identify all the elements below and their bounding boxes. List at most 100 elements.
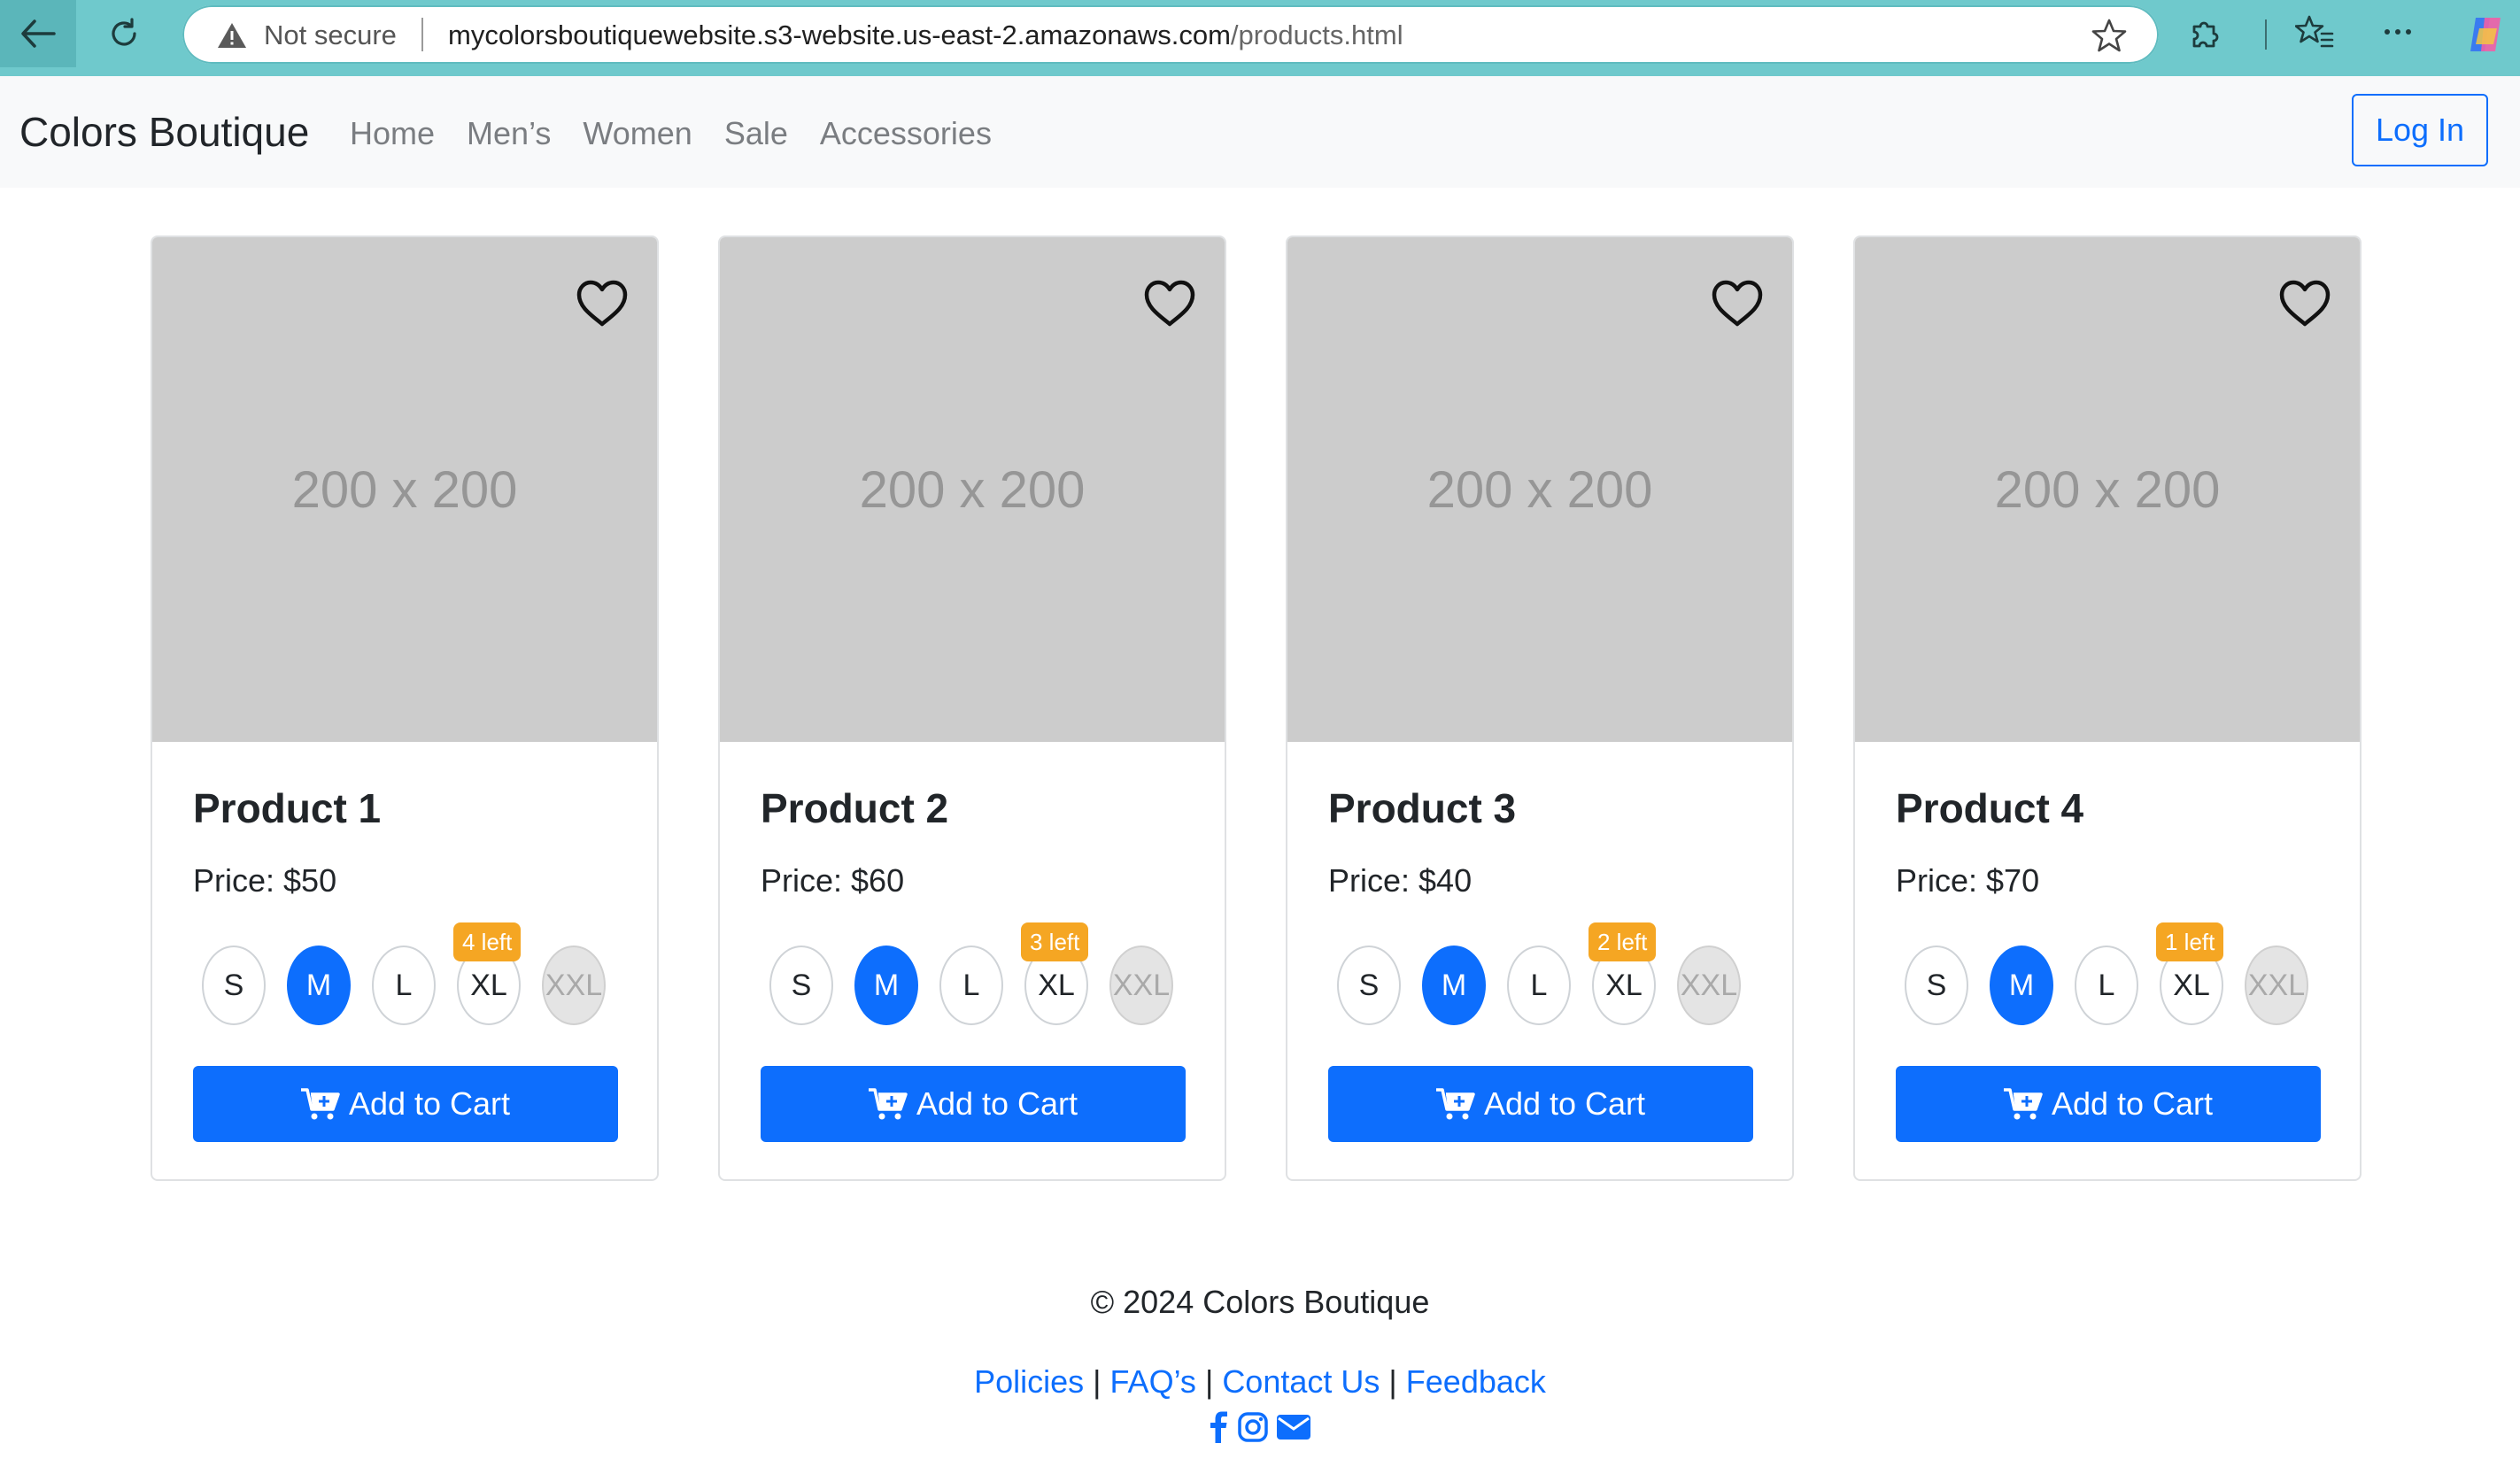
size-option-m[interactable]: M bbox=[1422, 946, 1486, 1025]
size-option-l[interactable]: L bbox=[1507, 946, 1571, 1025]
size-label: S bbox=[223, 968, 244, 1002]
add-to-cart-button[interactable]: Add to Cart bbox=[193, 1066, 618, 1142]
product-title: Product 4 bbox=[1896, 785, 2084, 831]
product-card: 200 x 200 Product 3 Price: $40 S M L XL 2 le… bbox=[1286, 235, 1794, 1181]
size-option-xxl: XXL bbox=[1109, 946, 1173, 1025]
product-card: 200 x 200 Product 4 Price: $70 S M L XL 1 le… bbox=[1853, 235, 2362, 1181]
brand-logo[interactable]: Colors Boutique bbox=[19, 108, 309, 156]
size-option-s[interactable]: S bbox=[1905, 946, 1968, 1025]
stock-badge: 2 left bbox=[1589, 922, 1657, 961]
heart-icon[interactable] bbox=[2278, 280, 2331, 328]
contact-us-link[interactable]: Contact Us bbox=[1222, 1363, 1380, 1400]
product-price: Price: $60 bbox=[761, 862, 905, 899]
heart-icon[interactable] bbox=[576, 280, 629, 328]
reload-icon bbox=[112, 18, 136, 46]
size-label: L bbox=[395, 968, 413, 1002]
size-option-s[interactable]: S bbox=[769, 946, 833, 1025]
size-label: XL bbox=[2173, 968, 2210, 1002]
nav-link-home[interactable]: Home bbox=[350, 115, 435, 152]
url-host: mycolorsboutiquewebsite.s3-website.us-ea… bbox=[448, 19, 1231, 50]
facebook-icon[interactable] bbox=[1209, 1411, 1230, 1443]
add-to-cart-button[interactable]: Add to Cart bbox=[761, 1066, 1186, 1142]
product-price: Price: $40 bbox=[1328, 862, 1473, 899]
back-button[interactable] bbox=[0, 0, 76, 67]
add-to-cart-label: Add to Cart bbox=[916, 1085, 1078, 1122]
add-to-cart-label: Add to Cart bbox=[348, 1085, 511, 1122]
warning-icon bbox=[218, 23, 246, 48]
reload-button[interactable] bbox=[87, 0, 161, 67]
policies-link[interactable]: Policies bbox=[974, 1363, 1084, 1400]
product-title: Product 3 bbox=[1328, 785, 1517, 831]
product-card: 200 x 200 Product 2 Price: $60 S M L XL 3 le… bbox=[718, 235, 1226, 1181]
size-label: M bbox=[1441, 968, 1467, 1002]
cart-plus-icon bbox=[2003, 1088, 2043, 1120]
favorites-icon[interactable] bbox=[2295, 14, 2334, 51]
link-separator: | bbox=[1093, 1363, 1102, 1400]
link-separator: | bbox=[1204, 1363, 1214, 1400]
nav-link-sale[interactable]: Sale bbox=[724, 115, 788, 152]
image-placeholder-text: 200 x 200 bbox=[859, 460, 1086, 519]
size-label: S bbox=[1358, 968, 1380, 1002]
add-to-cart-label: Add to Cart bbox=[1483, 1085, 1646, 1122]
size-label: XXL bbox=[545, 968, 603, 1002]
size-option-m[interactable]: M bbox=[854, 946, 918, 1025]
size-label: XL bbox=[470, 968, 507, 1002]
faqs-link[interactable]: FAQ’s bbox=[1110, 1363, 1196, 1400]
size-selector: S M L XL 2 left XXL bbox=[1337, 922, 1780, 1030]
cart-plus-icon bbox=[868, 1088, 908, 1120]
size-option-xl[interactable]: XL 3 left bbox=[1021, 922, 1089, 1025]
address-bar[interactable]: Not secure mycolorsboutiquewebsite.s3-we… bbox=[182, 5, 2159, 64]
size-label: XXL bbox=[1112, 968, 1171, 1002]
copilot-icon[interactable] bbox=[2463, 12, 2508, 57]
product-price: Price: $50 bbox=[193, 862, 337, 899]
image-placeholder-text: 200 x 200 bbox=[1994, 460, 2221, 519]
url-text[interactable]: mycolorsboutiquewebsite.s3-website.us-ea… bbox=[448, 19, 1403, 51]
size-label: L bbox=[2098, 968, 2115, 1002]
product-card: 200 x 200 Product 1 Price: $50 S M L XL 4 le… bbox=[151, 235, 659, 1181]
envelope-icon[interactable] bbox=[1276, 1411, 1311, 1443]
product-price: Price: $70 bbox=[1896, 862, 2040, 899]
toolbar-divider bbox=[2265, 19, 2267, 50]
site-navbar: Colors Boutique Home Men’s Women Sale Ac… bbox=[0, 76, 2520, 188]
size-label: L bbox=[1530, 968, 1548, 1002]
footer-links: Policies | FAQ’s | Contact Us | Feedback bbox=[0, 1363, 2520, 1401]
cart-plus-icon bbox=[300, 1088, 340, 1120]
stock-badge: 1 left bbox=[2156, 922, 2224, 961]
size-option-xl[interactable]: XL 2 left bbox=[1589, 922, 1657, 1025]
nav-links: Home Men’s Women Sale Accessories bbox=[350, 115, 1024, 152]
nav-link-accessories[interactable]: Accessories bbox=[820, 115, 992, 152]
size-option-xl[interactable]: XL 4 left bbox=[453, 922, 522, 1025]
size-option-s[interactable]: S bbox=[202, 946, 266, 1025]
social-links bbox=[0, 1411, 2520, 1443]
size-option-xl[interactable]: XL 1 left bbox=[2156, 922, 2224, 1025]
size-option-m[interactable]: M bbox=[287, 946, 351, 1025]
feedback-link[interactable]: Feedback bbox=[1406, 1363, 1546, 1400]
size-selector: S M L XL 3 left XXL bbox=[769, 922, 1212, 1030]
url-path: /products.html bbox=[1230, 19, 1403, 50]
browser-toolbar: Not secure mycolorsboutiquewebsite.s3-we… bbox=[0, 0, 2520, 76]
size-option-l[interactable]: L bbox=[2075, 946, 2138, 1025]
heart-icon[interactable] bbox=[1143, 280, 1196, 328]
nav-link-mens[interactable]: Men’s bbox=[467, 115, 551, 152]
login-button[interactable]: Log In bbox=[2352, 94, 2488, 166]
add-to-cart-button[interactable]: Add to Cart bbox=[1328, 1066, 1753, 1142]
size-label: XXL bbox=[2247, 968, 2306, 1002]
extensions-icon[interactable] bbox=[2187, 16, 2222, 51]
star-icon[interactable] bbox=[2091, 18, 2127, 53]
size-label: M bbox=[873, 968, 900, 1002]
size-label: L bbox=[962, 968, 980, 1002]
size-option-l[interactable]: L bbox=[372, 946, 436, 1025]
size-option-xxl: XXL bbox=[542, 946, 606, 1025]
more-options-icon[interactable] bbox=[2382, 16, 2414, 48]
nav-link-women[interactable]: Women bbox=[583, 115, 692, 152]
divider bbox=[421, 18, 423, 51]
size-selector: S M L XL 4 left XXL bbox=[202, 922, 645, 1030]
size-option-s[interactable]: S bbox=[1337, 946, 1401, 1025]
security-label[interactable]: Not secure bbox=[264, 19, 397, 51]
size-label: M bbox=[305, 968, 332, 1002]
heart-icon[interactable] bbox=[1711, 280, 1764, 328]
size-option-l[interactable]: L bbox=[939, 946, 1003, 1025]
add-to-cart-button[interactable]: Add to Cart bbox=[1896, 1066, 2321, 1142]
size-option-m[interactable]: M bbox=[1990, 946, 2053, 1025]
instagram-icon[interactable] bbox=[1237, 1411, 1269, 1443]
